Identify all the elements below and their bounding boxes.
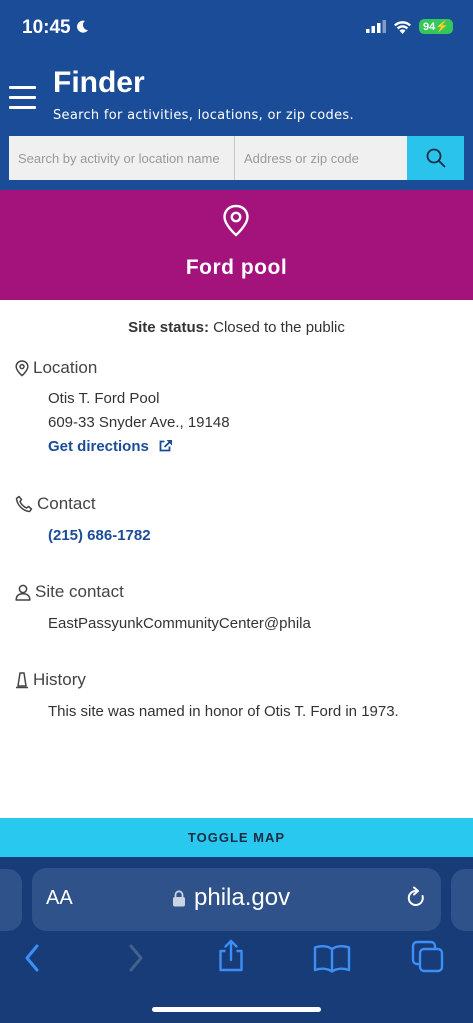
location-pin-icon (15, 359, 29, 377)
location-name: Otis T. Ford Pool (48, 390, 160, 407)
history-text: This site was named in honor of Otis T. … (48, 703, 399, 720)
domain-text: phila.gov (194, 884, 291, 911)
app-subtitle: Search for activities, locations, or zip… (53, 108, 354, 123)
browser-chrome: AA phila.gov (0, 857, 473, 1023)
battery-indicator: 94⚡ (419, 19, 453, 34)
share-icon[interactable] (216, 939, 246, 973)
search-icon (426, 148, 446, 168)
history-heading: History (15, 670, 86, 690)
location-heading-text: Location (33, 358, 98, 377)
get-directions-text: Get directions (48, 438, 149, 455)
browser-toolbar (0, 937, 473, 981)
status-bar: 10:45 94⚡ (0, 0, 473, 58)
location-title: Ford pool (185, 256, 288, 279)
url-display[interactable]: phila.gov (172, 884, 290, 912)
search-button[interactable] (407, 136, 464, 180)
history-heading-text: History (33, 670, 86, 689)
back-icon[interactable] (22, 943, 44, 973)
site-status: Site status: Closed to the public (0, 319, 473, 336)
status-time: 10:45 (22, 17, 89, 39)
site-contact-email: EastPassyunkCommunityCenter@phila (48, 615, 311, 632)
charging-bolt-icon: ⚡ (435, 21, 449, 33)
phone-link[interactable]: (215) 686-1782 (48, 527, 151, 544)
cellular-signal-icon (366, 20, 387, 33)
reload-icon[interactable] (405, 886, 427, 910)
location-hero: Ford pool (0, 190, 473, 300)
site-status-value: Closed to the public (213, 319, 345, 336)
wifi-icon (394, 20, 412, 34)
address-bar[interactable]: AA phila.gov (32, 868, 441, 931)
tabs-icon[interactable] (411, 940, 445, 974)
monument-icon (16, 672, 28, 689)
toggle-map-button[interactable]: TOGGLE MAP (0, 818, 473, 857)
site-contact-heading-text: Site contact (35, 582, 124, 601)
home-indicator[interactable] (152, 1007, 321, 1012)
contact-heading-text: Contact (37, 494, 96, 513)
text-size-button[interactable]: AA (46, 887, 73, 910)
bookmarks-icon[interactable] (313, 943, 351, 973)
location-address: 609-33 Snyder Ave., 19148 (48, 414, 230, 431)
map-pin-icon (223, 204, 249, 237)
lock-icon (173, 889, 185, 906)
forward-icon[interactable] (124, 943, 146, 973)
clock-text: 10:45 (22, 17, 71, 38)
site-status-label: Site status: (128, 319, 209, 336)
phone-icon (15, 495, 33, 513)
search-bar (9, 136, 464, 180)
app-title: Finder (53, 66, 145, 99)
finder-header: Finder Search for activities, locations,… (0, 58, 473, 190)
moon-icon (76, 20, 88, 33)
get-directions-link[interactable]: Get directions (48, 438, 173, 455)
menu-icon[interactable] (9, 86, 36, 110)
address-search-input[interactable] (235, 136, 407, 180)
status-icons: 94⚡ (366, 19, 453, 34)
user-icon (15, 584, 31, 601)
next-tab-preview[interactable] (451, 869, 473, 931)
battery-level: 94 (423, 21, 436, 33)
activity-search-input[interactable] (9, 136, 235, 180)
location-heading: Location (15, 358, 97, 378)
external-link-icon (159, 440, 173, 452)
site-contact-heading: Site contact (15, 582, 124, 602)
previous-tab-preview[interactable] (0, 869, 22, 931)
contact-heading: Contact (15, 494, 96, 514)
